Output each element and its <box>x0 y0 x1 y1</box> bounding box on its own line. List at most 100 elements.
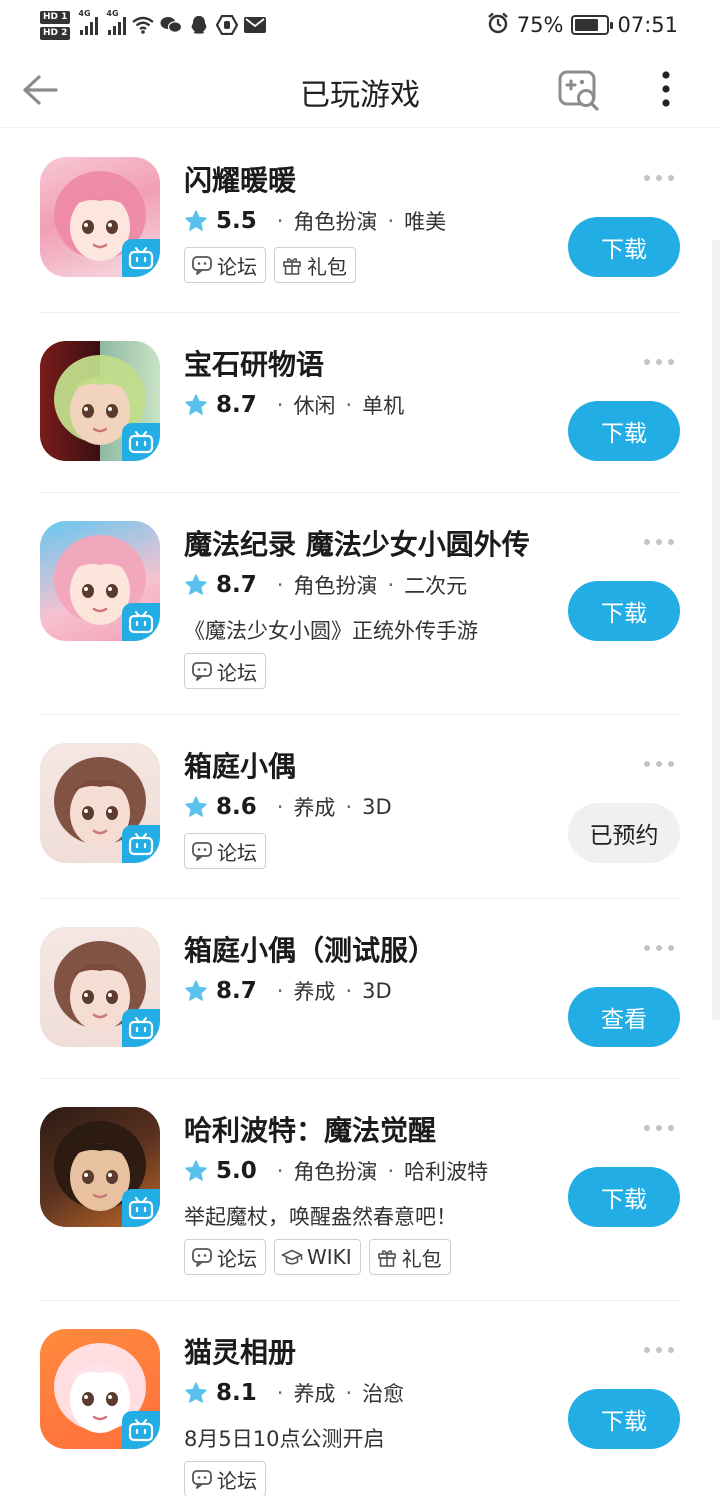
tag-wiki[interactable]: WIKI <box>274 1239 361 1275</box>
tag-forum[interactable]: 论坛 <box>184 1239 266 1275</box>
game-name[interactable]: 宝石研物语 <box>184 343 324 383</box>
game-rating: 8.7 <box>216 572 257 598</box>
mail-icon <box>244 15 267 35</box>
tag-label: 论坛 <box>217 1468 257 1493</box>
alarm-icon <box>487 12 509 39</box>
tag-forum[interactable]: 论坛 <box>184 833 266 869</box>
action-button[interactable]: 下载 <box>568 1389 680 1449</box>
game-category: 唯美 <box>404 210 447 234</box>
game-category: 养成 <box>293 1382 336 1406</box>
game-description: 举起魔杖，唤醒盎然春意吧！ <box>184 1205 457 1229</box>
network-type-2: 4G <box>106 9 119 18</box>
more-horizontal-icon[interactable] <box>644 1121 674 1135</box>
game-rating: 8.1 <box>216 1380 257 1406</box>
bilibili-badge <box>122 603 160 641</box>
separator-dot: · <box>345 1381 353 1405</box>
game-search-button[interactable] <box>556 68 600 112</box>
separator-dot: · <box>276 795 284 819</box>
game-category: 休闲 <box>293 394 336 418</box>
more-horizontal-icon[interactable] <box>644 355 674 369</box>
signal-1-icon: 4G <box>78 9 99 35</box>
game-tags: 论坛 <box>184 833 266 869</box>
game-icon[interactable] <box>40 157 160 277</box>
game-icon[interactable] <box>40 927 160 1047</box>
game-tags: 论坛 <box>184 653 266 689</box>
game-icon[interactable] <box>40 521 160 641</box>
separator-dot: · <box>387 573 395 597</box>
forum-icon <box>191 1468 213 1490</box>
separator-dot: · <box>345 979 353 1003</box>
action-button[interactable]: 下载 <box>568 401 680 461</box>
game-list-item[interactable]: 闪耀暖暖 5.5 · 角色扮演 · 唯美 论坛 礼包 下载 <box>40 129 680 313</box>
game-category: 角色扮演 <box>293 574 378 598</box>
bilibili-badge <box>122 423 160 461</box>
game-list-item[interactable]: 哈利波特：魔法觉醒 5.0 · 角色扮演 · 哈利波特 举起魔杖，唤醒盎然春意吧！ 论坛 WIK… <box>40 1079 680 1301</box>
game-list-item[interactable]: 猫灵相册 8.1 · 养成 · 治愈 8月5日10点公测开启 论坛 下载 <box>40 1301 680 1496</box>
bilibili-badge <box>122 1411 160 1449</box>
action-button[interactable]: 下载 <box>568 581 680 641</box>
game-meta: 8.7 · 养成 · 3D <box>184 975 392 1007</box>
game-category: 二次元 <box>404 574 468 598</box>
game-list-item[interactable]: 魔法纪录 魔法少女小圆外传 8.7 · 角色扮演 · 二次元 《魔法少女小圆》正统外传手游论… <box>40 493 680 715</box>
tag-label: 论坛 <box>217 254 257 279</box>
star-icon <box>184 573 208 597</box>
game-meta: 5.5 · 角色扮演 · 唯美 <box>184 205 446 237</box>
game-category: 单机 <box>362 394 405 418</box>
tag-label: WIKI <box>307 1245 352 1269</box>
tag-forum[interactable]: 论坛 <box>184 1461 266 1496</box>
sim2-label: HD 2 <box>40 26 71 40</box>
star-icon <box>184 1159 208 1183</box>
bilibili-badge <box>122 825 160 863</box>
separator-dot: · <box>387 209 395 233</box>
tag-forum[interactable]: 论坛 <box>184 653 266 689</box>
game-name[interactable]: 闪耀暖暖 <box>184 159 296 199</box>
more-horizontal-icon[interactable] <box>644 171 674 185</box>
game-list-item[interactable]: 箱庭小偶（测试服） 8.7 · 养成 · 3D 查看 <box>40 899 680 1079</box>
battery-percent: 75% <box>516 13 564 37</box>
app-header: 已玩游戏 <box>0 52 720 128</box>
game-icon[interactable] <box>40 1329 160 1449</box>
game-category: 治愈 <box>362 1382 405 1406</box>
booked-button[interactable]: 已预约 <box>568 803 680 863</box>
more-horizontal-icon[interactable] <box>644 535 674 549</box>
forum-icon <box>191 1246 213 1268</box>
tag-gift[interactable]: 礼包 <box>368 1239 451 1275</box>
bilibili-tv-icon <box>128 1419 154 1442</box>
tag-forum[interactable]: 论坛 <box>184 247 266 283</box>
more-options-button[interactable] <box>652 68 680 112</box>
more-horizontal-icon[interactable] <box>644 757 674 771</box>
tag-gift[interactable]: 礼包 <box>274 247 356 283</box>
game-name[interactable]: 魔法纪录 魔法少女小圆外传 <box>184 523 530 563</box>
game-name[interactable]: 箱庭小偶 <box>184 745 296 785</box>
tag-label: 论坛 <box>217 660 257 685</box>
game-name[interactable]: 猫灵相册 <box>184 1331 296 1371</box>
more-horizontal-icon[interactable] <box>644 1343 674 1357</box>
battery-icon <box>571 15 614 35</box>
more-horizontal-icon[interactable] <box>644 941 674 955</box>
game-icon[interactable] <box>40 743 160 863</box>
status-bar: HD 1 HD 2 4G 4G 75% 07:51 <box>0 0 720 52</box>
game-meta: 8.1 · 养成 · 治愈 <box>184 1377 404 1409</box>
game-icon[interactable] <box>40 1107 160 1227</box>
game-category: 3D <box>362 979 392 1003</box>
action-button[interactable]: 下载 <box>568 1167 680 1227</box>
separator-dot: · <box>276 1159 284 1183</box>
forum-icon <box>191 660 213 682</box>
forum-icon <box>191 254 213 276</box>
game-name[interactable]: 箱庭小偶（测试服） <box>184 929 436 969</box>
clock: 07:51 <box>617 13 678 37</box>
game-list-item[interactable]: 宝石研物语 8.7 · 休闲 · 单机 下载 <box>40 313 680 493</box>
forum-icon <box>191 840 213 862</box>
game-tags: 论坛 WIKI 礼包 <box>184 1239 451 1275</box>
action-button[interactable]: 下载 <box>568 217 680 277</box>
game-meta: 8.7 · 休闲 · 单机 <box>184 389 404 421</box>
game-list-item[interactable]: 箱庭小偶 8.6 · 养成 · 3D 论坛 已预约 <box>40 715 680 899</box>
game-description: 《魔法少女小圆》正统外传手游 <box>184 619 478 643</box>
bilibili-tv-icon <box>128 431 154 454</box>
separator-dot: · <box>276 979 284 1003</box>
game-icon[interactable] <box>40 341 160 461</box>
game-name[interactable]: 哈利波特：魔法觉醒 <box>184 1109 436 1149</box>
action-button[interactable]: 查看 <box>568 987 680 1047</box>
tag-label: 论坛 <box>217 840 257 865</box>
sim-indicators: HD 1 HD 2 <box>40 10 71 40</box>
